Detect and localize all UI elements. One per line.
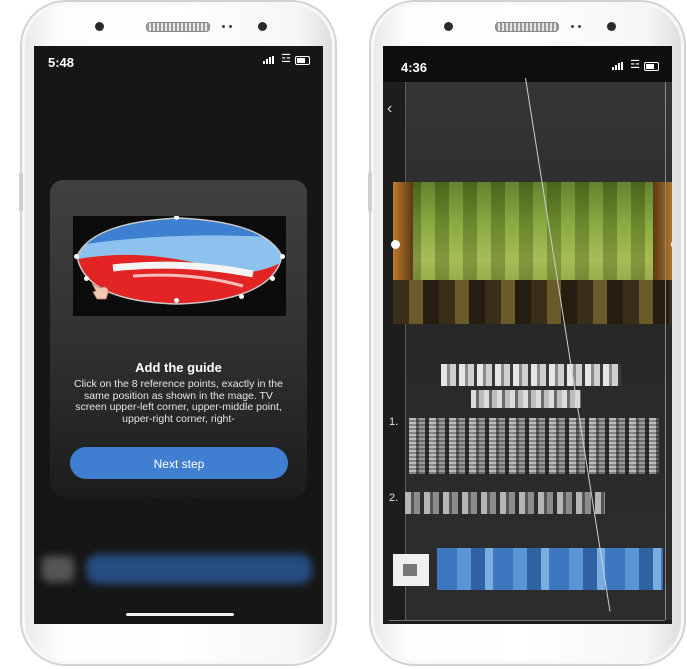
earpiece-speaker [146,22,210,32]
pixelated-paragraph-2 [405,492,605,514]
modal-title: Add the guide [135,360,222,375]
volume-button [19,172,23,212]
battery-icon [295,56,310,65]
wifi-icon: ☲ [281,53,291,65]
reference-point [391,240,400,249]
modal-description: Click on the 8 reference points, exactly… [74,379,283,425]
pixelated-secondary-button[interactable] [393,554,429,586]
glitch-line [389,620,665,621]
hand-pointer-icon [91,282,109,300]
reference-point [280,254,285,259]
pixelated-tv-image [391,182,672,324]
pixelated-paragraph-1 [409,418,659,474]
phone-frame-left: 5:48 ☲ Add the guide Click on the 8 refe… [19,2,335,664]
battery-icon [644,62,659,71]
front-camera [607,22,616,31]
wifi-icon: ☲ [630,59,640,71]
reference-point [74,254,79,259]
pixelated-subtitle [471,390,581,408]
signal-icon [612,62,624,70]
list-marker-2: 2. [389,492,399,504]
app-screen-right: 4:36 ☲ ‹ 1. 2. [383,46,672,624]
guide-modal: Add the guide Click on the 8 reference p… [50,180,307,497]
status-time: 4:36 [401,60,428,75]
home-indicator[interactable] [126,613,234,616]
glitch-line [665,82,666,620]
next-step-button[interactable]: Next step [70,447,288,479]
front-camera [258,22,267,31]
status-time: 5:48 [48,55,75,70]
list-marker-1: 1. [389,416,399,428]
guide-image [73,216,286,316]
reference-point [239,294,244,299]
status-bar: 4:36 ☲ [383,46,672,82]
sensor-dots [220,24,234,29]
reference-point [270,276,275,281]
status-bar: 5:48 ☲ [34,46,323,72]
back-chevron-icon[interactable]: ‹ [387,100,392,118]
proximity-sensor [95,22,104,31]
signal-icon [263,56,275,64]
phone-frame-right: 4:36 ☲ ‹ 1. 2. [368,2,684,664]
blurred-bottom-controls [42,554,312,584]
volume-button [368,172,372,212]
reference-point [174,298,179,303]
pixelated-title [441,364,621,386]
pixelated-primary-button[interactable] [437,548,663,590]
app-screen-left: 5:48 ☲ Add the guide Click on the 8 refe… [34,46,323,624]
earpiece-speaker [495,22,559,32]
sensor-dots [569,24,583,29]
proximity-sensor [444,22,453,31]
